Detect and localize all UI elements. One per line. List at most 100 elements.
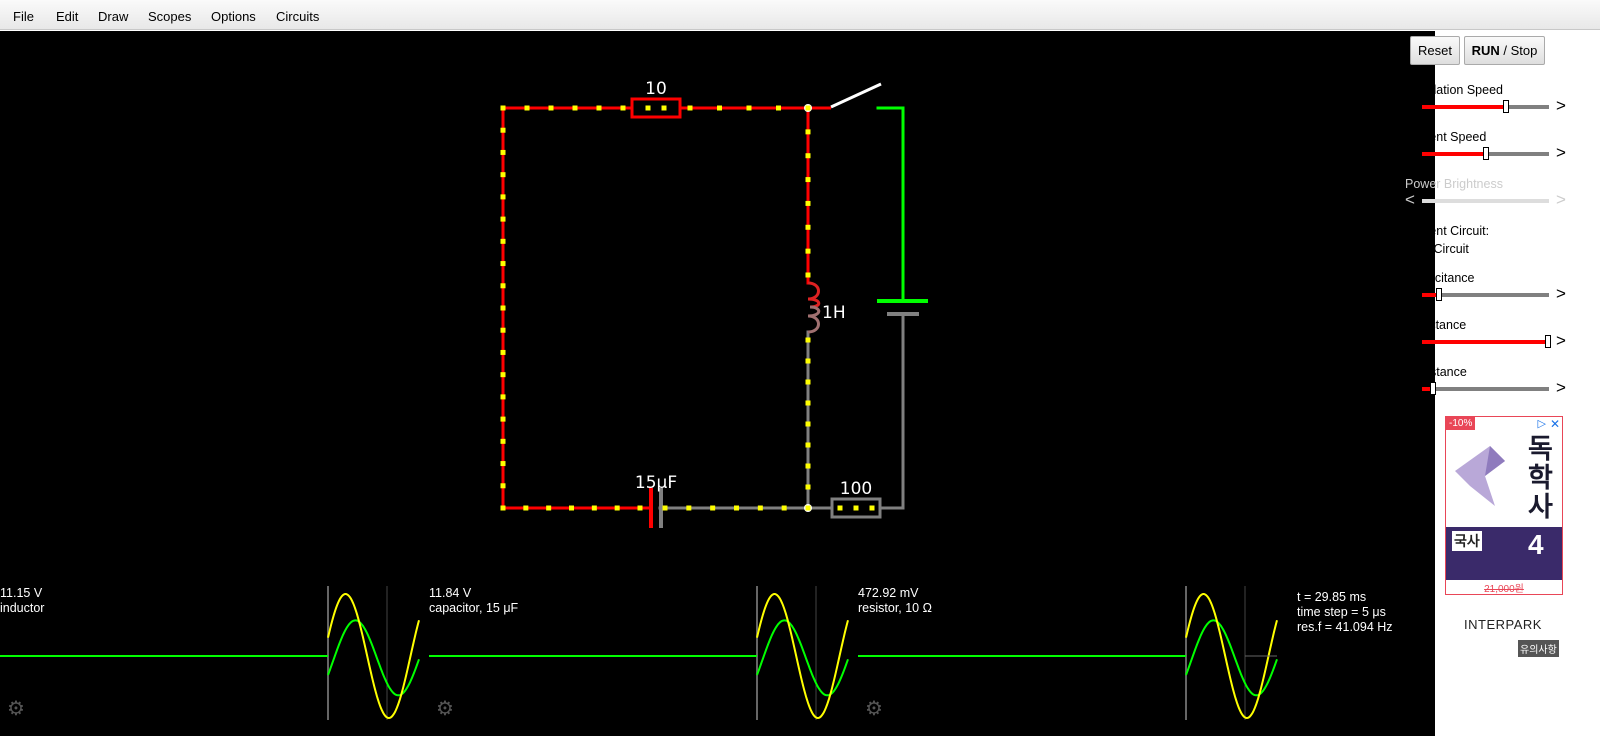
ad-banner[interactable]: -10% ▷ ✕ 독학사 국사 4 21,000원 (1445, 416, 1563, 595)
run-label: RUN (1471, 43, 1500, 58)
scope-1-gear-icon[interactable]: ⚙ (7, 696, 25, 721)
resistance-increase-icon[interactable]: > (1556, 378, 1566, 398)
ad-close-icon[interactable]: ✕ (1550, 417, 1560, 431)
current-dot (500, 327, 506, 333)
reset-button[interactable]: Reset (1410, 36, 1460, 65)
sim-speed-track[interactable] (1422, 100, 1549, 113)
current-dot (500, 238, 506, 244)
sim-speed-increase-icon[interactable]: > (1556, 96, 1566, 116)
menu-file[interactable]: File (13, 9, 34, 24)
sim-res-freq: res.f = 41.094 Hz (1297, 620, 1393, 634)
ad-price: 21,000원 (1446, 580, 1562, 594)
current-speed-track[interactable] (1422, 147, 1549, 160)
capacitance-increase-icon[interactable]: > (1556, 284, 1566, 304)
current-dot (805, 463, 811, 469)
resistance-slider[interactable]: < > (1405, 378, 1570, 398)
current-dot (596, 105, 602, 111)
current-dot (746, 105, 752, 111)
current-dot (546, 505, 552, 511)
ad-brand-logo[interactable]: INTERPARK (1445, 617, 1561, 632)
inductance-thumb[interactable] (1544, 335, 1551, 348)
ad-notice-button[interactable]: 유의사항 (1518, 640, 1559, 657)
menu-options[interactable]: Options (211, 9, 256, 24)
capacitance-decrease-icon[interactable]: < (1405, 284, 1415, 304)
current-dot (524, 105, 530, 111)
ad-discount-badge: -10% (1446, 417, 1476, 430)
current-dot (805, 224, 811, 230)
inductance-decrease-icon[interactable]: < (1405, 331, 1415, 351)
current-dot (500, 372, 506, 378)
ad-volume-number: 4 (1528, 529, 1544, 560)
sim-speed-decrease-icon[interactable]: < (1405, 96, 1415, 116)
run-stop-button[interactable]: RUN / Stop (1464, 36, 1545, 65)
menu-draw[interactable]: Draw (98, 9, 128, 24)
inductance-increase-icon[interactable]: > (1556, 331, 1566, 351)
current-dot (500, 394, 506, 400)
power-brightness-track (1422, 199, 1549, 203)
current-dot (662, 505, 668, 511)
current-dot (805, 358, 811, 364)
current-speed-thumb[interactable] (1482, 147, 1489, 160)
resistor-top-label: 10 (645, 79, 667, 99)
sim-speed-thumb[interactable] (1502, 100, 1509, 113)
circuit-schematic[interactable]: 10 100 15μF 1H (0, 31, 1435, 736)
current-dot (523, 505, 529, 511)
switch-blade[interactable] (830, 82, 882, 109)
inductor-coil-lower[interactable] (807, 305, 821, 334)
inductance-track[interactable] (1422, 335, 1551, 348)
inductance-fill (1422, 340, 1548, 344)
scopes[interactable] (0, 586, 1278, 720)
current-dot (500, 461, 506, 467)
resistance-thumb[interactable] (1430, 382, 1437, 395)
resistor-bottom-label: 100 (840, 479, 872, 499)
current-speed-slider[interactable]: < > (1405, 143, 1570, 163)
scope-3-value: 472.92 mV (858, 586, 919, 600)
current-dot (805, 379, 811, 385)
sim-speed-label: Simulation Speed (1405, 83, 1503, 97)
inductance-slider[interactable]: < > (1405, 331, 1570, 351)
current-speed-increase-icon[interactable]: > (1556, 143, 1566, 163)
scope-2-name: capacitor, 15 μF (429, 601, 519, 615)
scope-2-gear-icon[interactable]: ⚙ (436, 696, 454, 721)
menu-circuits[interactable]: Circuits (276, 9, 319, 24)
scope-2-trace-current (756, 593, 849, 720)
sim-time-step: time step = 5 μs (1297, 605, 1386, 619)
resistance-decrease-icon[interactable]: < (1405, 378, 1415, 398)
current-dot (620, 105, 626, 111)
resistance-label: Resistance (1405, 365, 1467, 379)
sim-speed-slider[interactable]: < > (1405, 96, 1570, 116)
current-dot (710, 505, 716, 511)
resistance-track[interactable] (1422, 382, 1549, 395)
current-dot (781, 505, 787, 511)
capacitance-thumb[interactable] (1435, 288, 1442, 301)
capacitance-slider[interactable]: < > (1405, 284, 1570, 304)
ad-origami-bird-image (1455, 446, 1505, 506)
resistor-top[interactable] (630, 97, 682, 119)
menu-edit[interactable]: Edit (56, 9, 78, 24)
current-dot (500, 305, 506, 311)
current-dot (500, 127, 506, 133)
power-brightness-slider: < > (1405, 190, 1570, 209)
ad-subject: 국사 (1452, 531, 1482, 551)
power-brightness-increase-icon: > (1556, 190, 1566, 209)
ad-choices-icon[interactable]: ▷ (1538, 417, 1546, 430)
current-dot (500, 416, 506, 422)
current-dot (734, 505, 739, 511)
capacitance-track[interactable] (1422, 288, 1549, 301)
scope-1-name: inductor (0, 601, 45, 615)
circuit-canvas[interactable]: 10 100 15μF 1H 11.15 V inductor 11.84 V … (0, 31, 1435, 736)
current-dot (548, 105, 554, 111)
current-dot (717, 105, 722, 111)
capacitance-label: Capacitance (1405, 271, 1475, 285)
current-dot (591, 505, 597, 511)
current-circuit-value: LRC Circuit (1405, 242, 1469, 256)
stop-label: / Stop (1499, 43, 1538, 58)
inductor-coil-upper[interactable] (807, 281, 821, 309)
current-speed-decrease-icon[interactable]: < (1405, 143, 1415, 163)
current-dot (805, 442, 811, 448)
current-dot (569, 505, 574, 511)
menu-scopes[interactable]: Scopes (148, 9, 191, 24)
scope-3-gear-icon[interactable]: ⚙ (865, 696, 883, 721)
sim-speed-fill (1422, 105, 1506, 109)
current-speed-fill (1422, 152, 1486, 156)
